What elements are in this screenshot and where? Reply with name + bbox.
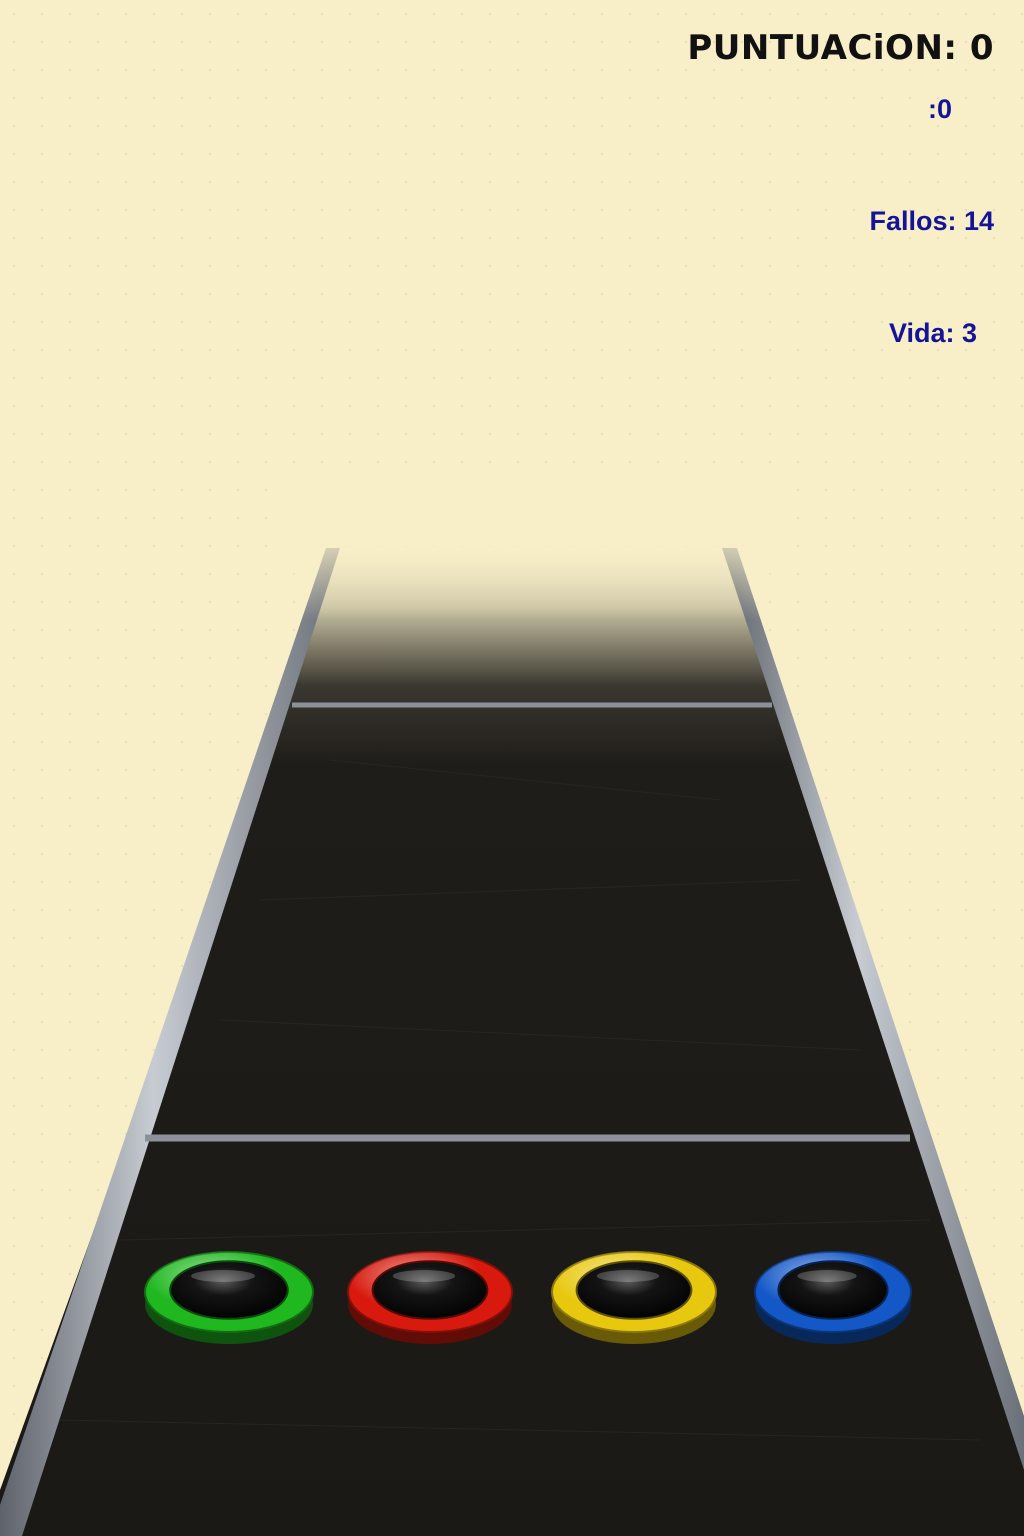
life-label: Vida: 3 [889,318,978,348]
score-label: PUNTUACiON: 0 [687,28,994,68]
note-highway [0,548,1024,1536]
misses-label: Fallos: 14 [869,206,994,236]
fret-button-blue[interactable] [754,1251,912,1344]
fret-button-yellow[interactable] [551,1251,717,1344]
fret-button-green[interactable] [144,1251,314,1344]
fret-button-red[interactable] [347,1251,513,1344]
streak-label: :0 [928,94,953,124]
